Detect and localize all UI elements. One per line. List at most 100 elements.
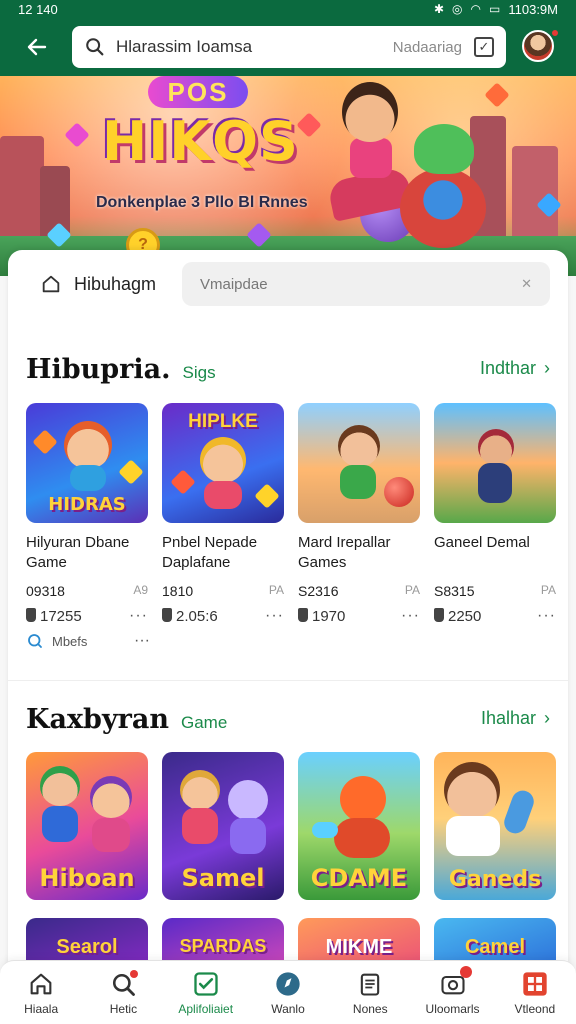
- more-icon[interactable]: ···: [129, 607, 148, 625]
- battery-icon: ▭: [489, 2, 501, 16]
- game-thumb-text: HIPLKE: [188, 411, 258, 432]
- nav-label: Hiaala: [24, 1001, 59, 1016]
- game-thumb-text: Samel: [181, 864, 265, 892]
- search-hint: Nadaariag: [392, 38, 462, 56]
- game-meta: S2316 PA: [298, 583, 420, 599]
- filter-input[interactable]: Vmaipdae ✕: [182, 262, 550, 306]
- download-icon: [162, 607, 172, 622]
- game-name: Hilyuran Dbane Game: [26, 534, 130, 571]
- section-tag: Sigs: [182, 363, 216, 382]
- game-thumb-text: MIKME: [325, 936, 393, 958]
- game-thumbnail[interactable]: Samel: [162, 752, 284, 900]
- nav-item-home[interactable]: Hiaala: [6, 970, 76, 1016]
- hint-label: Mbefs: [52, 633, 88, 649]
- nav-item-notes[interactable]: Nones: [335, 970, 405, 1016]
- game-stat: 17255 ···: [26, 607, 148, 625]
- game-card[interactable]: Mard Irepallar Games S2316 PA 1970 ···: [298, 403, 420, 625]
- nav-item-search[interactable]: Hetic: [88, 969, 158, 1016]
- home-icon: [30, 973, 52, 994]
- compass-icon: [276, 971, 300, 996]
- game-thumbnail[interactable]: CDAME: [298, 752, 420, 900]
- nav-label: Wanlo: [271, 1001, 305, 1016]
- game-grid: HIDRAS Hilyuran Dbane Game 09318 A9 17255…: [26, 403, 556, 625]
- game-thumbnail[interactable]: [298, 403, 420, 523]
- hero-banner[interactable]: POS HIKQS Donkenplae 3 Pllo Bl Rnnes ?: [0, 76, 576, 276]
- game-card[interactable]: HIPLKE Pnbel Nepade Daplafane 1810 PA 2.0…: [162, 403, 284, 625]
- download-icon: [26, 607, 36, 622]
- filter-input-text: Vmaipdae: [200, 275, 268, 293]
- game-score: 2250: [448, 607, 482, 625]
- hero-subtitle: Donkenplae 3 Pllo Bl Rnnes: [96, 194, 308, 211]
- game-card[interactable]: Ganeel Demal S8315 PA 2250 ···: [434, 403, 556, 625]
- section-header: Kaxbyran Game Ihalhar ›: [26, 704, 550, 736]
- bluetooth-icon: ✱: [433, 2, 445, 16]
- nav-label: Vtleond: [514, 1001, 556, 1016]
- game-card[interactable]: Samel: [162, 752, 284, 900]
- game-score: 2.05:6: [176, 607, 218, 625]
- search-bar[interactable]: Hlarassim Ioamsa Nadaariag ✓: [72, 26, 506, 68]
- game-code: S8315: [434, 583, 475, 599]
- search-input[interactable]: Hlarassim Ioamsa: [116, 37, 393, 57]
- game-score: 1970: [312, 607, 346, 625]
- nav-label: Uloomarls: [425, 1001, 480, 1016]
- clipboard-icon: [361, 973, 380, 996]
- section-more-label: Ihalhar: [480, 708, 536, 728]
- clear-icon[interactable]: ✕: [521, 276, 532, 292]
- back-button[interactable]: [20, 30, 54, 64]
- avatar-notification-dot: [550, 28, 560, 38]
- game-grid: Hiboan Samel CDAME Ganeds: [26, 752, 556, 900]
- game-thumbnail[interactable]: Hiboan: [26, 752, 148, 900]
- avatar[interactable]: [522, 30, 554, 62]
- game-card[interactable]: CDAME: [298, 752, 420, 900]
- section-more-link[interactable]: Ihalhar ›: [481, 708, 550, 729]
- game-thumbnail[interactable]: HIDRAS: [26, 403, 148, 523]
- game-side: A9: [133, 583, 148, 597]
- game-score: 17255: [40, 607, 82, 625]
- hero-badge: POS: [148, 76, 248, 108]
- section-more-label: Indthar: [479, 358, 536, 378]
- hero-title: HIKQS: [102, 110, 299, 173]
- download-icon: [298, 607, 308, 622]
- filter-home[interactable]: Hibuhagm: [22, 262, 172, 306]
- game-code: 1810: [162, 583, 194, 599]
- nav-label: Aplifoliaiet: [178, 1001, 234, 1016]
- nav-item-camera[interactable]: Uloomarls: [418, 965, 488, 1016]
- section-title: Hibupria.: [26, 354, 171, 385]
- bottom-nav: Hiaala Hetic Aplifoliaiet Wanlo Nones Ul…: [0, 960, 576, 1024]
- game-name: Pnbel Nepade Daplafane: [162, 534, 258, 571]
- section-more-link[interactable]: Indthar ›: [480, 358, 550, 379]
- home-outline-icon: [42, 275, 60, 293]
- more-icon[interactable]: ···: [134, 632, 150, 650]
- game-card[interactable]: Ganeds: [434, 752, 556, 900]
- hint-item[interactable]: Mbefs: [26, 632, 87, 650]
- nav-item-explore[interactable]: Wanlo: [253, 970, 323, 1016]
- game-thumbnail[interactable]: [434, 403, 556, 523]
- game-stat: 2.05:6 ···: [162, 607, 284, 625]
- download-icon: [434, 607, 444, 622]
- filter-label: Hibuhagm: [74, 273, 157, 294]
- nav-item-grid[interactable]: Vtleond: [500, 970, 570, 1016]
- section-title: Kaxbyran: [26, 704, 169, 735]
- more-icon[interactable]: ···: [537, 607, 556, 625]
- game-card[interactable]: Hiboan: [26, 752, 148, 900]
- game-thumb-text: Hiboan: [39, 864, 135, 892]
- more-icon[interactable]: ···: [265, 607, 284, 625]
- game-code: S2316: [298, 583, 339, 599]
- game-thumb-text: Ganeds: [448, 867, 542, 892]
- hint-row: Mbefs ···: [26, 632, 150, 650]
- game-thumb-text: CDAME: [310, 864, 408, 892]
- game-name: Ganeel Demal: [434, 534, 530, 551]
- game-thumbnail[interactable]: HIPLKE: [162, 403, 284, 523]
- location-icon: ◎: [452, 2, 463, 16]
- refresh-icon: [28, 634, 42, 648]
- more-icon[interactable]: ···: [401, 607, 420, 625]
- game-thumbnail[interactable]: Ganeds: [434, 752, 556, 900]
- app-root: 12 140 ✱ ◎ ◠ ▭ 1103:9M Hlarassim Ioamsa …: [0, 0, 576, 1024]
- voice-check-icon[interactable]: ✓: [474, 37, 494, 57]
- game-card[interactable]: HIDRAS Hilyuran Dbane Game 09318 A9 17255…: [26, 403, 148, 625]
- status-time: 12 140: [18, 1, 58, 17]
- nav-item-apps[interactable]: Aplifoliaiet: [171, 970, 241, 1016]
- game-meta: 09318 A9: [26, 583, 148, 599]
- game-meta: S8315 PA: [434, 583, 556, 599]
- chevron-right-icon: ›: [544, 358, 550, 378]
